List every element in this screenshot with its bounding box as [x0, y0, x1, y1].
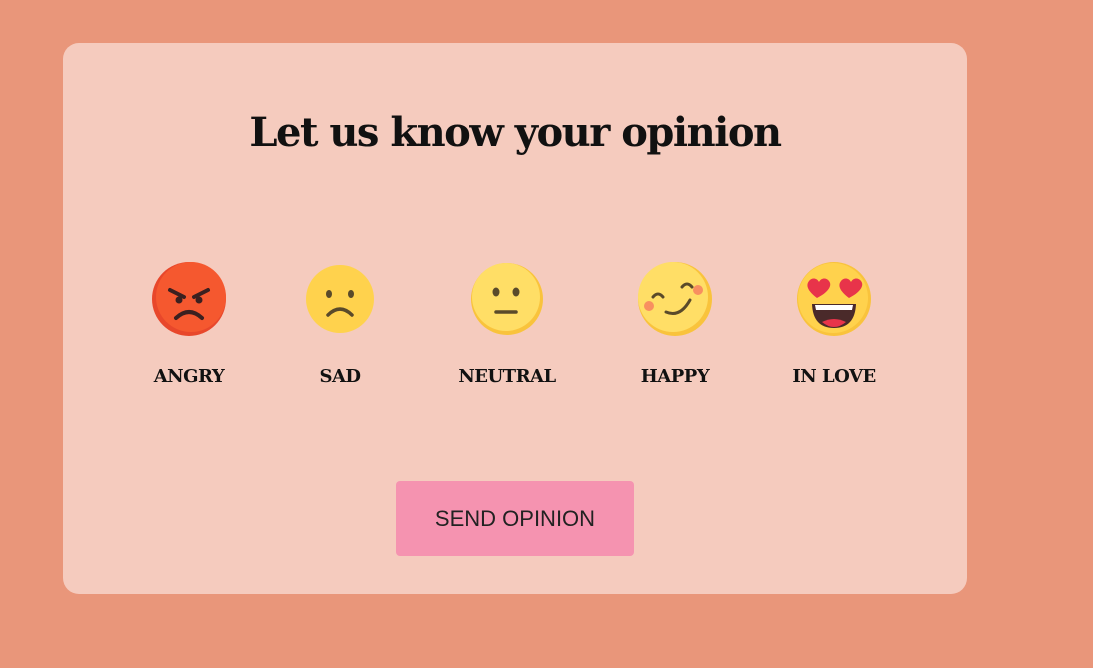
heart-eyes-face-icon [797, 262, 871, 336]
neutral-face-icon [471, 263, 543, 335]
send-opinion-button[interactable]: SEND OPINION [396, 481, 634, 556]
mood-label-neutral: NEUTRAL [458, 366, 556, 387]
mood-label-in-love: IN LOVE [792, 366, 876, 387]
mood-option-in-love[interactable]: IN LOVE [779, 259, 889, 399]
mood-label-sad: SAD [319, 366, 361, 387]
feedback-card: Let us know your opinion ANGRY SAD NEUTR… [63, 43, 967, 594]
mood-option-sad[interactable]: SAD [285, 259, 395, 399]
angry-face-icon [152, 262, 226, 336]
mood-option-happy[interactable]: HAPPY [620, 259, 730, 399]
happy-face-icon [638, 262, 712, 336]
mood-option-angry[interactable]: ANGRY [134, 259, 244, 399]
page-title: Let us know your opinion [249, 109, 782, 156]
mood-label-happy: HAPPY [640, 366, 710, 387]
sad-face-icon [306, 265, 374, 333]
mood-option-neutral[interactable]: NEUTRAL [452, 259, 562, 399]
mood-label-angry: ANGRY [153, 366, 225, 387]
